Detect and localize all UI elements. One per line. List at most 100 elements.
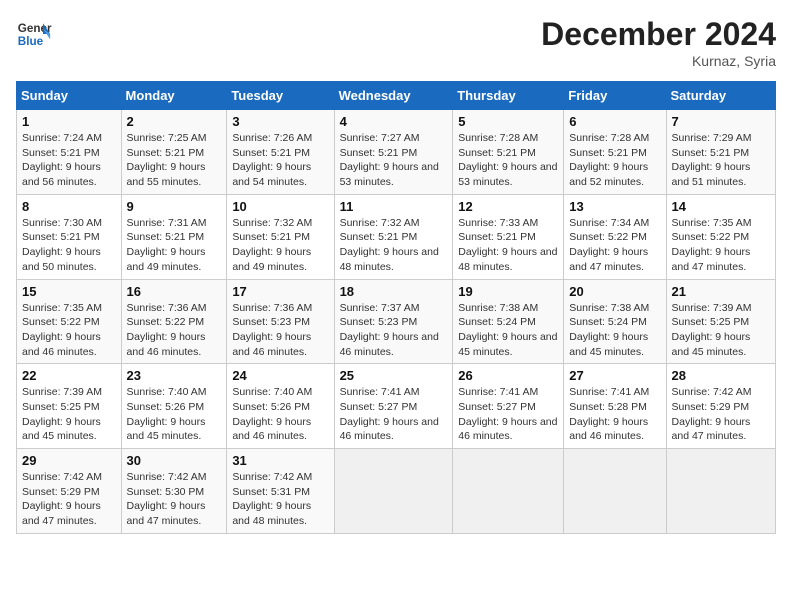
day-info: Sunrise: 7:41 AMSunset: 5:27 PMDaylight:… [458,385,558,444]
day-info: Sunrise: 7:42 AMSunset: 5:31 PMDaylight:… [232,470,328,529]
day-info: Sunrise: 7:36 AMSunset: 5:22 PMDaylight:… [127,301,222,360]
logo: General Blue [16,16,52,52]
calendar-cell: 28Sunrise: 7:42 AMSunset: 5:29 PMDayligh… [666,364,775,449]
day-number: 27 [569,368,660,383]
weekday-header: Thursday [453,82,564,110]
calendar-cell: 10Sunrise: 7:32 AMSunset: 5:21 PMDayligh… [227,194,334,279]
calendar-cell: 8 Sunrise: 7:30 AMSunset: 5:21 PMDaylight… [17,194,122,279]
day-info: Sunrise: 7:41 AMSunset: 5:27 PMDaylight:… [340,385,448,444]
day-info: Sunrise: 7:35 AMSunset: 5:22 PMDaylight:… [22,301,116,360]
day-number: 17 [232,284,328,299]
calendar-body: 1 Sunrise: 7:24 AMSunset: 5:21 PMDaylight… [17,110,776,534]
day-info: Sunrise: 7:30 AMSunset: 5:21 PMDaylight:… [22,216,116,275]
calendar-cell: 31 Sunrise: 7:42 AMSunset: 5:31 PMDayligh… [227,449,334,534]
calendar-cell: 17 Sunrise: 7:36 AMSunset: 5:23 PMDayligh… [227,279,334,364]
day-info: Sunrise: 7:32 AMSunset: 5:21 PMDaylight:… [340,216,448,275]
day-number: 31 [232,453,328,468]
weekday-header: Wednesday [334,82,453,110]
calendar-cell: 24 Sunrise: 7:40 AMSunset: 5:26 PMDayligh… [227,364,334,449]
title-block: December 2024 Kurnaz, Syria [541,16,776,69]
calendar-cell [334,449,453,534]
day-number: 21 [672,284,770,299]
calendar-cell: 1 Sunrise: 7:24 AMSunset: 5:21 PMDaylight… [17,110,122,195]
weekday-header: Sunday [17,82,122,110]
day-number: 5 [458,114,558,129]
calendar-cell: 29 Sunrise: 7:42 AMSunset: 5:29 PMDayligh… [17,449,122,534]
calendar-cell [453,449,564,534]
day-number: 4 [340,114,448,129]
day-info: Sunrise: 7:37 AMSunset: 5:23 PMDaylight:… [340,301,448,360]
calendar-cell: 2 Sunrise: 7:25 AMSunset: 5:21 PMDaylight… [121,110,227,195]
day-info: Sunrise: 7:27 AMSunset: 5:21 PMDaylight:… [340,131,448,190]
weekday-header: Friday [564,82,666,110]
calendar-cell: 14 Sunrise: 7:35 AMSunset: 5:22 PMDayligh… [666,194,775,279]
day-info: Sunrise: 7:29 AMSunset: 5:21 PMDaylight:… [672,131,770,190]
day-info: Sunrise: 7:40 AMSunset: 5:26 PMDaylight:… [232,385,328,444]
day-number: 3 [232,114,328,129]
calendar-week-row: 15Sunrise: 7:35 AMSunset: 5:22 PMDayligh… [17,279,776,364]
day-number: 16 [127,284,222,299]
day-info: Sunrise: 7:28 AMSunset: 5:21 PMDaylight:… [569,131,660,190]
calendar-cell: 18 Sunrise: 7:37 AMSunset: 5:23 PMDayligh… [334,279,453,364]
calendar-cell: 20 Sunrise: 7:38 AMSunset: 5:24 PMDayligh… [564,279,666,364]
calendar-week-row: 22 Sunrise: 7:39 AMSunset: 5:25 PMDayligh… [17,364,776,449]
day-info: Sunrise: 7:34 AMSunset: 5:22 PMDaylight:… [569,216,660,275]
day-number: 6 [569,114,660,129]
day-info: Sunrise: 7:25 AMSunset: 5:21 PMDaylight:… [127,131,222,190]
calendar-cell: 9Sunrise: 7:31 AMSunset: 5:21 PMDaylight… [121,194,227,279]
calendar-cell: 21 Sunrise: 7:39 AMSunset: 5:25 PMDayligh… [666,279,775,364]
day-number: 13 [569,199,660,214]
calendar-cell: 12Sunrise: 7:33 AMSunset: 5:21 PMDayligh… [453,194,564,279]
day-number: 14 [672,199,770,214]
calendar-cell: 4 Sunrise: 7:27 AMSunset: 5:21 PMDaylight… [334,110,453,195]
day-number: 22 [22,368,116,383]
calendar-cell: 15Sunrise: 7:35 AMSunset: 5:22 PMDayligh… [17,279,122,364]
svg-text:Blue: Blue [18,35,44,48]
day-number: 8 [22,199,116,214]
day-info: Sunrise: 7:41 AMSunset: 5:28 PMDaylight:… [569,385,660,444]
day-number: 24 [232,368,328,383]
day-number: 23 [127,368,222,383]
day-info: Sunrise: 7:24 AMSunset: 5:21 PMDaylight:… [22,131,116,190]
calendar-cell: 27 Sunrise: 7:41 AMSunset: 5:28 PMDayligh… [564,364,666,449]
calendar-week-row: 1 Sunrise: 7:24 AMSunset: 5:21 PMDaylight… [17,110,776,195]
day-number: 1 [22,114,116,129]
day-number: 29 [22,453,116,468]
calendar-cell: 6 Sunrise: 7:28 AMSunset: 5:21 PMDaylight… [564,110,666,195]
weekday-header: Saturday [666,82,775,110]
day-info: Sunrise: 7:33 AMSunset: 5:21 PMDaylight:… [458,216,558,275]
calendar-cell: 19Sunrise: 7:38 AMSunset: 5:24 PMDayligh… [453,279,564,364]
day-info: Sunrise: 7:26 AMSunset: 5:21 PMDaylight:… [232,131,328,190]
logo-icon: General Blue [16,16,52,52]
day-info: Sunrise: 7:38 AMSunset: 5:24 PMDaylight:… [569,301,660,360]
day-number: 9 [127,199,222,214]
day-number: 2 [127,114,222,129]
day-number: 20 [569,284,660,299]
day-number: 26 [458,368,558,383]
calendar-cell: 16 Sunrise: 7:36 AMSunset: 5:22 PMDayligh… [121,279,227,364]
day-info: Sunrise: 7:39 AMSunset: 5:25 PMDaylight:… [672,301,770,360]
weekday-header: Monday [121,82,227,110]
calendar-cell: 26 Sunrise: 7:41 AMSunset: 5:27 PMDayligh… [453,364,564,449]
calendar-table: SundayMondayTuesdayWednesdayThursdayFrid… [16,81,776,534]
day-number: 28 [672,368,770,383]
day-info: Sunrise: 7:42 AMSunset: 5:30 PMDaylight:… [127,470,222,529]
day-info: Sunrise: 7:39 AMSunset: 5:25 PMDaylight:… [22,385,116,444]
day-number: 18 [340,284,448,299]
calendar-cell: 13 Sunrise: 7:34 AMSunset: 5:22 PMDayligh… [564,194,666,279]
page-header: General Blue December 2024 Kurnaz, Syria [16,16,776,69]
day-number: 19 [458,284,558,299]
day-info: Sunrise: 7:28 AMSunset: 5:21 PMDaylight:… [458,131,558,190]
calendar-cell: 25 Sunrise: 7:41 AMSunset: 5:27 PMDayligh… [334,364,453,449]
day-info: Sunrise: 7:40 AMSunset: 5:26 PMDaylight:… [127,385,222,444]
day-number: 25 [340,368,448,383]
day-info: Sunrise: 7:42 AMSunset: 5:29 PMDaylight:… [22,470,116,529]
day-number: 11 [340,199,448,214]
day-info: Sunrise: 7:35 AMSunset: 5:22 PMDaylight:… [672,216,770,275]
day-number: 30 [127,453,222,468]
day-info: Sunrise: 7:36 AMSunset: 5:23 PMDaylight:… [232,301,328,360]
calendar-cell: 11 Sunrise: 7:32 AMSunset: 5:21 PMDayligh… [334,194,453,279]
calendar-cell: 5 Sunrise: 7:28 AMSunset: 5:21 PMDaylight… [453,110,564,195]
calendar-cell [564,449,666,534]
calendar-week-row: 8 Sunrise: 7:30 AMSunset: 5:21 PMDaylight… [17,194,776,279]
